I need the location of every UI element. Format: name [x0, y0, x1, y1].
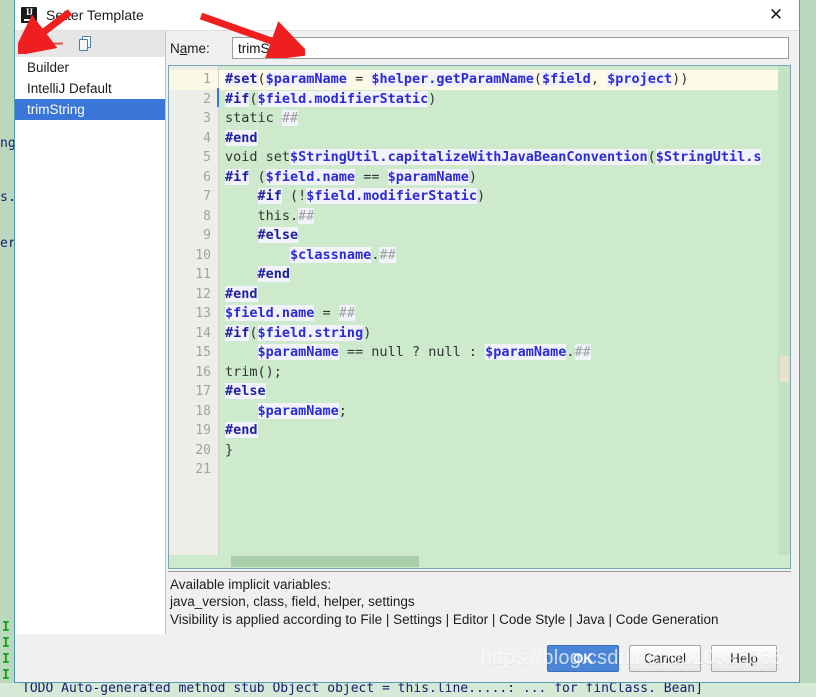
- editor-vertical-scrollbar[interactable]: [778, 66, 790, 555]
- background-marker: I: [2, 636, 10, 651]
- ok-button[interactable]: OK: [546, 644, 619, 672]
- code-line: $field.name = ##: [225, 305, 356, 321]
- dialog-title: Setter Template: [46, 7, 144, 23]
- vertical-scrollbar-thumb[interactable]: [780, 356, 789, 382]
- hint-variable-list: java_version, class, field, helper, sett…: [170, 594, 415, 609]
- list-item-intellij-default[interactable]: IntelliJ Default: [15, 78, 165, 99]
- line-number: 16: [195, 364, 211, 380]
- name-input[interactable]: [232, 37, 789, 59]
- help-button[interactable]: Help: [711, 644, 777, 672]
- editor-horizontal-scrollbar[interactable]: [169, 554, 790, 568]
- implicit-variables-hints: Available implicit variables: java_versi…: [168, 570, 791, 634]
- line-number: 7: [203, 189, 211, 204]
- line-number: 17: [195, 384, 211, 399]
- line-number: 4: [203, 130, 211, 146]
- code-line: #end: [257, 266, 291, 282]
- template-list-toolbar: + −: [15, 31, 165, 57]
- code-area[interactable]: #set($paramName = $helper.getParamName($…: [219, 66, 790, 555]
- line-number: 5: [203, 150, 211, 165]
- copy-template-button[interactable]: [77, 35, 95, 53]
- line-number: 9: [203, 228, 211, 243]
- line-number: 12: [195, 286, 211, 302]
- line-number: 13: [195, 306, 211, 321]
- line-number: 8: [203, 208, 211, 224]
- line-number: 1: [169, 70, 218, 90]
- code-line: void set$StringUtil.capitalizeWithJavaBe…: [225, 149, 762, 165]
- background-marker: I: [2, 668, 10, 683]
- code-line: $paramName;: [257, 402, 347, 419]
- background-left-gutter: [0, 0, 14, 697]
- template-list: Builder IntelliJ Default trimString: [15, 57, 165, 634]
- line-number: 19: [195, 423, 211, 438]
- velocity-template-editor: 1 2 3 4 5 6 7 8 9 10 11 12 13 14 15 16 1…: [168, 65, 791, 569]
- background-right-strip: [800, 0, 816, 697]
- intellij-idea-logo-icon: IJ: [21, 7, 37, 23]
- code-line: #if($field.modifierStatic): [225, 90, 437, 107]
- template-editor-panel: Name: 1 2 3 4 5 6 7 8 9 10: [166, 31, 799, 634]
- hint-visibility: Visibility is applied according to File …: [170, 611, 719, 627]
- horizontal-scrollbar-thumb[interactable]: [231, 555, 419, 567]
- cancel-button[interactable]: Cancel: [628, 644, 701, 672]
- line-number: 3: [203, 111, 211, 126]
- line-number: 18: [195, 403, 211, 419]
- name-field-row: Name:: [166, 31, 799, 65]
- code-line: #else: [257, 227, 299, 243]
- code-line: $paramName == null ? null : $paramName.#…: [257, 344, 591, 360]
- name-label: Name:: [170, 40, 210, 56]
- list-item-builder[interactable]: Builder: [15, 57, 165, 78]
- copy-icon-front-sheet: [79, 39, 88, 51]
- line-number: 6: [203, 169, 211, 185]
- code-line: $classname.##: [290, 246, 396, 263]
- code-line: #end: [225, 129, 258, 146]
- code-line: #set($paramName = $helper.getParamName($…: [219, 70, 790, 90]
- line-number: 15: [195, 345, 211, 360]
- code-line: #end: [225, 422, 258, 438]
- template-list-panel: + − Builder IntelliJ Default trimString: [15, 31, 166, 634]
- line-number-gutter: 1 2 3 4 5 6 7 8 9 10 11 12 13 14 15 16 1…: [169, 66, 219, 555]
- dialog-titlebar: IJ Setter Template ✕: [15, 0, 799, 31]
- editor-body: 1 2 3 4 5 6 7 8 9 10 11 12 13 14 15 16 1…: [169, 66, 790, 555]
- line-number: 20: [195, 442, 211, 458]
- code-line: #if($field.string): [225, 324, 372, 341]
- background-bottom-strip: TODO Auto-generated method stub Object o…: [0, 683, 816, 697]
- code-line: trim();: [225, 363, 282, 380]
- dialog-content: + − Builder IntelliJ Default trimString …: [15, 31, 799, 634]
- line-number: 2: [203, 91, 211, 107]
- remove-template-button[interactable]: −: [49, 35, 67, 54]
- list-item-trimstring[interactable]: trimString: [15, 99, 165, 120]
- line-number: 14: [195, 325, 211, 341]
- setter-template-dialog: IJ Setter Template ✕ + − Builder Intelli…: [14, 0, 800, 683]
- background-marker: I: [2, 652, 10, 667]
- add-template-button[interactable]: +: [21, 35, 39, 54]
- line-number: 11: [195, 267, 211, 282]
- hint-available-variables: Available implicit variables:: [170, 576, 332, 592]
- code-line: #end: [225, 285, 258, 302]
- background-bottom-code: TODO Auto-generated method stub Object o…: [22, 683, 703, 696]
- code-line: static ##: [225, 110, 299, 126]
- code-line: #if ($field.name == $paramName): [225, 168, 477, 185]
- background-marker: I: [2, 620, 10, 635]
- dialog-button-bar: OK Cancel Help https://blog.csdn.net/u01…: [15, 634, 799, 682]
- code-line: this.##: [257, 207, 315, 224]
- close-icon[interactable]: ✕: [753, 0, 799, 30]
- code-line: #if (!$field.modifierStatic): [257, 188, 486, 204]
- code-line: }: [225, 441, 234, 458]
- code-line: #else: [225, 383, 266, 399]
- line-number: 10: [195, 247, 211, 263]
- line-number: 21: [195, 462, 211, 477]
